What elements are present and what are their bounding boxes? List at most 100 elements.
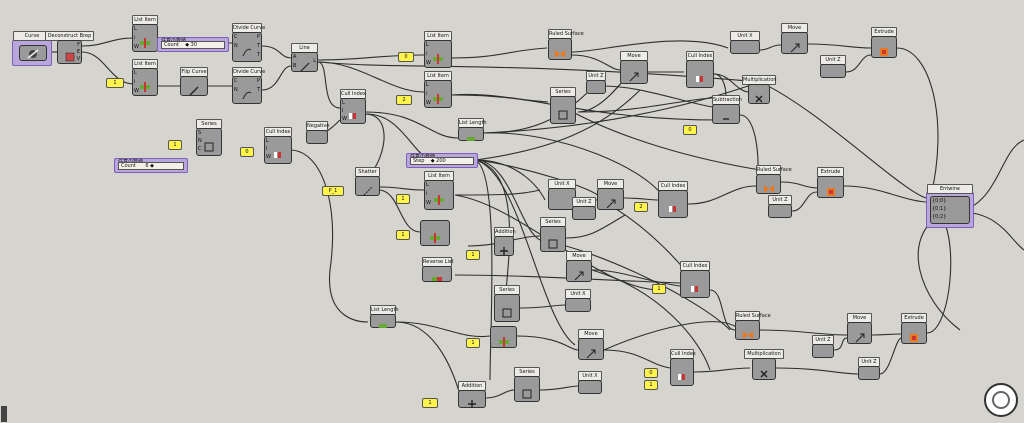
series-icon	[522, 384, 532, 399]
reverse-list[interactable]: Reverse List	[422, 257, 453, 282]
list-item-icon	[140, 33, 150, 48]
cull-index-6[interactable]: Cull Index	[670, 349, 696, 386]
number-panel[interactable]: 1	[106, 78, 124, 88]
unit-z-1[interactable]: Unit Z	[586, 71, 606, 94]
addition-1[interactable]: Addition	[494, 227, 516, 256]
cull-icon	[677, 367, 687, 380]
text-panel[interactable]: P_1	[322, 186, 344, 196]
move-icon	[574, 266, 584, 281]
list-item-icon	[434, 190, 444, 205]
list-item-2[interactable]: List Item L i W	[132, 59, 158, 96]
move-1[interactable]: Move	[620, 51, 648, 84]
plus-icon	[467, 394, 477, 408]
cull-index-5[interactable]: Cull Index	[680, 261, 710, 298]
count-slider-1[interactable]: 任意の数値 Count ◆ 30	[157, 37, 229, 52]
unit-x-4[interactable]: Unit X	[578, 371, 602, 394]
unit-z-3[interactable]: Unit Z	[572, 197, 596, 220]
extrude-2[interactable]: Extrude	[817, 167, 844, 198]
list-item-4[interactable]: List Item L i W	[424, 71, 452, 108]
number-panel[interactable]: 1	[422, 398, 438, 408]
flip-curve[interactable]: Flip Curve	[180, 67, 208, 96]
move-icon	[790, 38, 800, 53]
count-slider-2[interactable]: 任意の数値 Count 6 ◆	[114, 158, 188, 173]
navigation-compass-icon[interactable]	[984, 383, 1018, 417]
move-2[interactable]: Move	[781, 23, 808, 54]
ruled-surface-2[interactable]: Ruled Surface	[756, 165, 792, 194]
negative[interactable]: Negative	[306, 121, 329, 144]
list-item-7[interactable]	[490, 326, 517, 348]
multiplication-2[interactable]: Multiplication	[744, 349, 784, 380]
list-item-6[interactable]	[420, 220, 450, 246]
list-length-icon	[378, 316, 388, 328]
cull-icon	[348, 106, 358, 119]
number-panel[interactable]: 0	[240, 147, 254, 157]
extrude-1[interactable]: Extrude	[871, 27, 897, 58]
cull-icon	[695, 69, 705, 82]
list-length-2[interactable]: List Length	[370, 305, 399, 328]
move-6[interactable]: Move	[847, 313, 872, 344]
curve-icon	[19, 45, 47, 61]
number-panel[interactable]: 1	[466, 338, 480, 348]
cull-icon	[668, 199, 678, 212]
list-item-1[interactable]: List Item L i W	[132, 15, 158, 52]
step-slider[interactable]: 任意の数値 Step ◆ 200	[406, 153, 478, 168]
number-panel[interactable]: 0	[683, 125, 697, 135]
unit-z-6[interactable]: Unit Z	[858, 357, 880, 380]
line-icon	[300, 57, 310, 72]
unit-x-3[interactable]: Unit X	[565, 289, 591, 312]
list-item-3[interactable]: List Item L i W	[424, 31, 452, 68]
unit-x-1[interactable]: Unit X	[730, 31, 760, 54]
series-3[interactable]: Series	[540, 217, 566, 252]
divide-curve-2[interactable]: Divide Curve C N P T	[232, 67, 265, 104]
move-5[interactable]: Move	[578, 329, 604, 360]
curve-param[interactable]: Curve	[12, 31, 52, 66]
extrude-icon	[909, 328, 919, 342]
number-panel[interactable]: 1	[396, 230, 410, 240]
multiply-icon	[759, 364, 769, 378]
shatter[interactable]: Shatter	[355, 167, 380, 196]
ruled-surface-icon	[742, 325, 753, 339]
extrude-3[interactable]: Extrude	[901, 313, 927, 344]
grasshopper-canvas[interactable]: Curve Deconstruct Brep F E V List Item L…	[0, 0, 1024, 423]
number-panel[interactable]: 1	[652, 284, 666, 294]
number-panel[interactable]: 1	[396, 194, 410, 204]
divide-curve-1[interactable]: Divide Curve C N P T T	[232, 23, 265, 62]
move-4[interactable]: Move	[566, 251, 592, 282]
list-item-5[interactable]: List Item L i W	[424, 171, 454, 210]
ruled-surface-1[interactable]: Ruled Surface	[548, 29, 584, 60]
series-icon	[558, 105, 568, 120]
series-1[interactable]: Series S N C	[196, 119, 222, 156]
brep-icon	[65, 47, 75, 62]
addition-2[interactable]: Addition	[458, 381, 486, 408]
series-5[interactable]: Series	[514, 367, 540, 402]
unit-z-2[interactable]: Unit Z	[820, 55, 846, 78]
move-3[interactable]: Move	[597, 179, 624, 210]
ruled-surface-3[interactable]: Ruled Surface	[735, 311, 771, 340]
number-panel[interactable]: 2	[396, 95, 412, 105]
number-panel[interactable]: 1	[466, 250, 480, 260]
cull-index-3[interactable]: Cull Index	[686, 51, 714, 88]
cull-index-4[interactable]: Cull Index	[658, 181, 688, 218]
cull-index-2[interactable]: Cull Index L I W	[264, 127, 292, 164]
number-panel[interactable]: 0	[644, 368, 658, 378]
ruled-surface-icon	[555, 44, 565, 58]
list-item-icon	[498, 332, 509, 347]
series-4[interactable]: Series	[494, 285, 520, 322]
deconstruct-brep[interactable]: Deconstruct Brep F E V	[45, 31, 94, 64]
series-icon	[204, 137, 214, 152]
series-2[interactable]: Series	[550, 87, 576, 124]
unit-z-5[interactable]: Unit Z	[812, 335, 834, 358]
subtraction-1[interactable]: Subtraction	[712, 95, 742, 124]
multiply-icon	[754, 89, 764, 103]
cull-index-1[interactable]: Cull Index L I W	[340, 89, 366, 124]
line-component[interactable]: Line A B L	[291, 43, 318, 72]
multiplication-1[interactable]: Multiplication	[742, 75, 777, 104]
number-panel[interactable]: 1	[644, 380, 658, 390]
entwine[interactable]: Entwine {0;0} {0;1} {0;2}	[926, 184, 974, 228]
number-panel[interactable]: 1	[168, 140, 182, 150]
move-icon	[629, 67, 639, 82]
number-panel[interactable]: 2	[634, 202, 648, 212]
number-panel[interactable]: 0	[398, 52, 414, 62]
list-length-1[interactable]: List Length	[458, 118, 487, 141]
unit-z-4[interactable]: Unit Z	[768, 195, 792, 218]
